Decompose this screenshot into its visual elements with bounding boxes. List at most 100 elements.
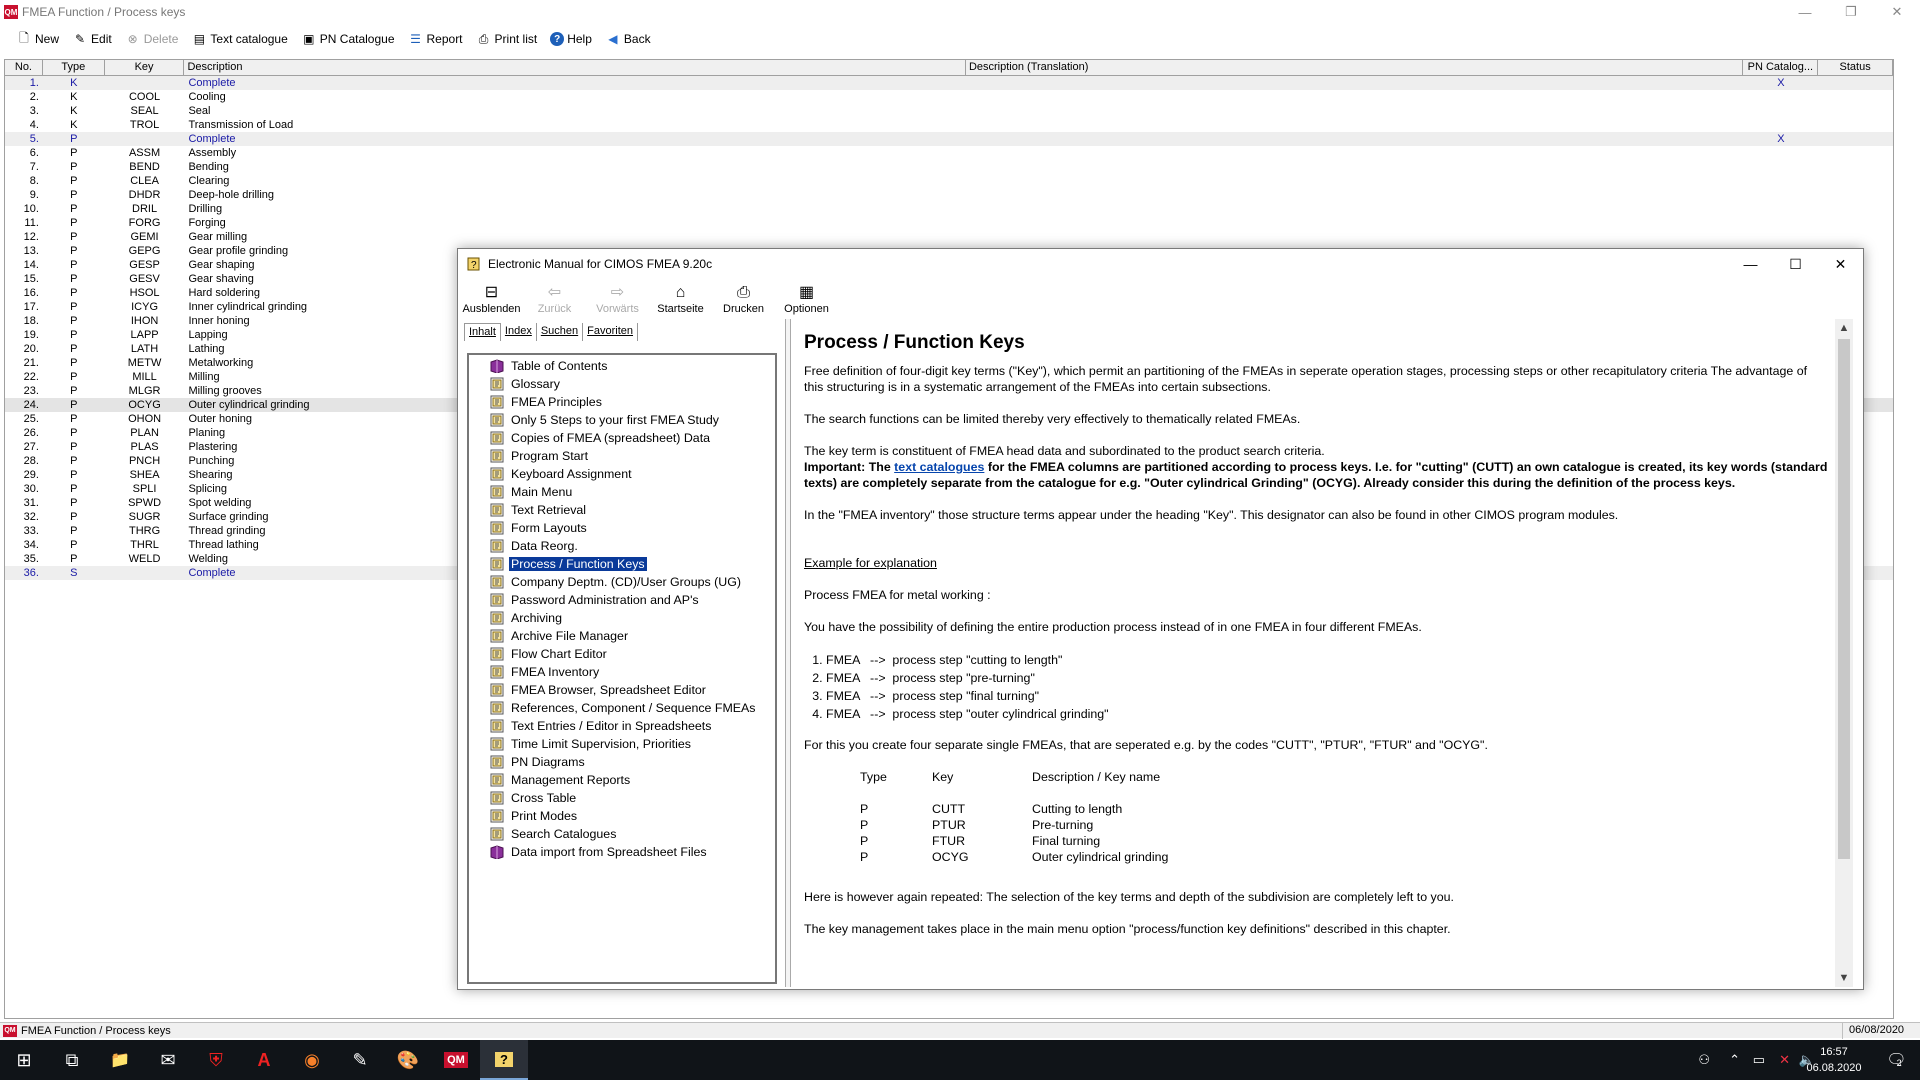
help-close-button[interactable]: ✕ [1818,249,1863,279]
file-explorer-icon[interactable]: 📁 [96,1040,144,1080]
column-header-pn-catalog[interactable]: PN Catalog... [1743,60,1819,75]
help-zurueck-button[interactable]: ⇦ Zurück [523,283,586,315]
toc-item[interactable]: FMEA Inventory [469,663,775,681]
cell-pn [1743,104,1818,118]
firefox-icon[interactable]: ◉ [288,1040,336,1080]
toc-item[interactable]: FMEA Browser, Spreadsheet Editor [469,681,775,699]
text-catalogues-link[interactable]: text catalogues [894,460,984,474]
toc-item[interactable]: Process / Function Keys [469,555,775,573]
toc-item[interactable]: Password Administration and AP's [469,591,775,609]
help-startseite-button[interactable]: ⌂ Startseite [649,283,712,315]
toc-item[interactable]: Archive File Manager [469,627,775,645]
toc-item[interactable]: Copies of FMEA (spreadsheet) Data [469,429,775,447]
column-header-description[interactable]: Description [184,60,966,75]
content-scrollbar[interactable]: ▲ ▼ [1835,319,1853,987]
scroll-up-icon[interactable]: ▲ [1835,319,1853,337]
help-drucken-button[interactable]: ⎙ Drucken [712,283,775,315]
toc-item[interactable]: Glossary [469,375,775,393]
tab-suchen[interactable]: Suchen [537,323,584,341]
column-header-status[interactable]: Status [1818,60,1893,75]
column-header-no[interactable]: No. [5,60,43,75]
table-row[interactable]: 12. P GEMI Gear milling [5,230,1893,244]
toc-item[interactable]: Form Layouts [469,519,775,537]
table-row[interactable]: 8. P CLEA Clearing [5,174,1893,188]
shield-app-icon[interactable]: ⛨ [192,1040,240,1080]
toc-item[interactable]: Cross Table [469,789,775,807]
acrobat-icon[interactable]: A [240,1040,288,1080]
toc-item[interactable]: References, Component / Sequence FMEAs [469,699,775,717]
help-ausblenden-button[interactable]: ⊟ Ausblenden [460,283,523,315]
scrollbar-thumb[interactable] [1838,339,1850,859]
help-vorwaerts-button[interactable]: ⇨ Vorwärts [586,283,649,315]
tray-chevron-up-icon[interactable]: ⌃ [1729,1040,1740,1080]
help-button[interactable]: ? Help [550,32,592,46]
edit-button[interactable]: ✎ Edit [72,31,112,47]
start-windows-icon[interactable]: ⊞ [0,1040,48,1080]
task-view-icon[interactable]: ⧉ [48,1040,96,1080]
toc-item[interactable]: Print Modes [469,807,775,825]
toc-item[interactable]: Text Entries / Editor in Spreadsheets [469,717,775,735]
notepad-icon[interactable]: ✎ [336,1040,384,1080]
cell-key: OCYG [128,399,161,411]
help-optionen-button[interactable]: ▦ Optionen [775,283,838,315]
table-row[interactable]: 10. P DRIL Drilling [5,202,1893,216]
column-header-translation[interactable]: Description (Translation) [966,60,1744,75]
pane-splitter[interactable] [785,319,791,987]
cell-type: P [70,161,78,173]
print-list-button[interactable]: ⎙ Print list [476,31,538,47]
toc-item[interactable]: Table of Contents [469,357,775,375]
table-row[interactable]: 4. K TROL Transmission of Load [5,118,1893,132]
toc-item[interactable]: Main Menu [469,483,775,501]
delete-button[interactable]: ⊗ Delete [125,31,179,47]
tab-inhalt[interactable]: Inhalt [464,323,501,341]
table-row[interactable]: 7. P BEND Bending [5,160,1893,174]
new-button[interactable]: 🗋 New [16,31,59,47]
cell-status [1818,230,1893,244]
notification-center-icon[interactable]: 🗨 2 [1882,1040,1906,1080]
column-header-type[interactable]: Type [43,60,105,75]
toc-item[interactable]: PN Diagrams [469,753,775,771]
pn-catalogue-button[interactable]: ▣ PN Catalogue [301,31,394,47]
tray-network-icon[interactable]: ✕ [1779,1040,1790,1080]
column-header-key[interactable]: Key [105,60,185,75]
close-button[interactable]: ✕ [1874,0,1920,24]
tab-index[interactable]: Index [501,323,537,341]
tray-battery-icon[interactable]: ▭ [1753,1040,1765,1080]
toc-item[interactable]: Time Limit Supervision, Priorities [469,735,775,753]
help-minimize-button[interactable]: — [1728,249,1773,279]
toc-item[interactable]: Program Start [469,447,775,465]
table-row[interactable]: 6. P ASSM Assembly [5,146,1893,160]
toc-item[interactable]: Text Retrieval [469,501,775,519]
taskbar-clock[interactable]: 16:57 06.08.2020 [1804,1044,1864,1076]
back-button[interactable]: ◀ Back [605,31,650,47]
toc-item[interactable]: Flow Chart Editor [469,645,775,663]
tray-person-icon[interactable]: ⚇ [1698,1040,1710,1080]
toc-item[interactable]: Management Reports [469,771,775,789]
scroll-down-icon[interactable]: ▼ [1835,969,1853,987]
qm-app-icon[interactable]: QM [432,1040,480,1080]
toc-item[interactable]: Only 5 Steps to your first FMEA Study [469,411,775,429]
toc-item[interactable]: Company Deptm. (CD)/User Groups (UG) [469,573,775,591]
table-row[interactable]: 9. P DHDR Deep-hole drilling [5,188,1893,202]
tab-favoriten[interactable]: Favoriten [583,323,639,341]
table-row[interactable]: 3. K SEAL Seal [5,104,1893,118]
paint-icon[interactable]: 🎨 [384,1040,432,1080]
report-button[interactable]: ☰ Report [408,31,462,47]
cell-key: LAPP [130,329,159,341]
table-row[interactable]: 2. K COOL Cooling [5,90,1893,104]
toc-item[interactable]: Keyboard Assignment [469,465,775,483]
toc-item[interactable]: Search Catalogues [469,825,775,843]
table-row[interactable]: 11. P FORG Forging [5,216,1893,230]
text-catalogue-button[interactable]: ▤ Text catalogue [191,31,288,47]
table-row[interactable]: 1. K Complete X [5,76,1893,90]
toc-item[interactable]: Archiving [469,609,775,627]
minimize-button[interactable]: — [1782,0,1828,24]
table-row[interactable]: 5. P Complete X [5,132,1893,146]
toc-item[interactable]: Data import from Spreadsheet Files [469,843,775,861]
restore-button[interactable]: ❐ [1828,0,1874,24]
help-app-icon[interactable]: ? [480,1040,528,1080]
toc-item[interactable]: Data Reorg. [469,537,775,555]
toc-item[interactable]: FMEA Principles [469,393,775,411]
help-maximize-button[interactable]: ☐ [1773,249,1818,279]
outlook-icon[interactable]: ✉ [144,1040,192,1080]
